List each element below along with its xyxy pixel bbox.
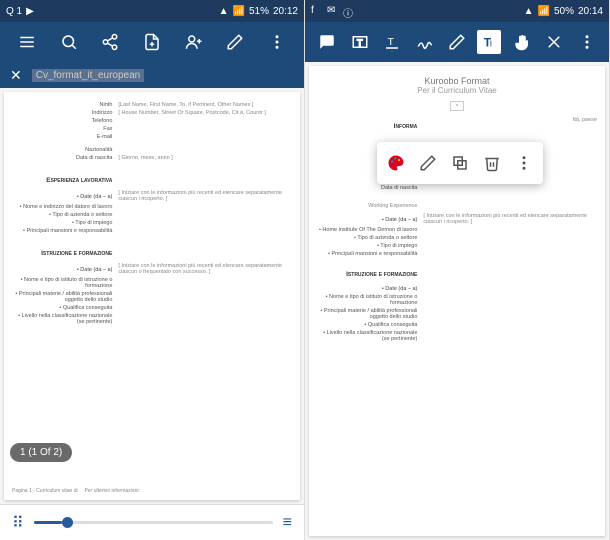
doc-subtitle: Per il Curriculum Vitae [317, 86, 597, 95]
close-breadcrumb-icon[interactable]: ✕ [10, 67, 22, 84]
wifi-icon: 📶 [233, 6, 245, 17]
page-slider[interactable] [34, 521, 273, 524]
file-name: Cv_format_it_european [32, 69, 145, 82]
more-popup-icon[interactable] [509, 148, 539, 178]
clock: 20:14 [578, 6, 603, 17]
breadcrumb: ✕ Cv_format_it_european [0, 62, 304, 88]
svg-text:T: T [357, 38, 363, 48]
edit-icon[interactable] [223, 30, 247, 54]
right-screenshot: f ✉ ⓘ ▲ 📶 50% 20:14 T T TI Kuroobo Forma… [305, 0, 610, 540]
list-view-icon[interactable]: ≡ [283, 514, 292, 532]
add-user-icon[interactable] [182, 30, 206, 54]
textbox-icon[interactable]: T [348, 30, 372, 54]
file-add-icon[interactable] [140, 30, 164, 54]
pan-hand-icon[interactable] [510, 30, 534, 54]
document-viewport[interactable]: Ninth[Last Name, First Name, To, if Pert… [0, 88, 304, 504]
search-icon[interactable] [57, 30, 81, 54]
comment-icon[interactable] [315, 30, 339, 54]
edit-popup-icon[interactable] [413, 148, 443, 178]
svg-text:T: T [388, 36, 395, 48]
share-icon[interactable] [98, 30, 122, 54]
edit-toolbar: T T TI [305, 22, 609, 62]
text-tool-icon[interactable]: TI [477, 30, 501, 54]
color-palette-icon[interactable] [381, 148, 411, 178]
facebook-icon: f [311, 5, 323, 17]
pencil-icon[interactable] [445, 30, 469, 54]
battery-pct: 51% [249, 6, 269, 17]
underline-text-icon[interactable]: T [380, 30, 404, 54]
doc-title: Kuroobo Format [317, 76, 597, 86]
left-screenshot: Q 1 ▶ ▲ 📶 51% 20:12 ✕ Cv_format_it_europ… [0, 0, 305, 540]
status-bar: f ✉ ⓘ ▲ 📶 50% 20:14 [305, 0, 609, 22]
play-icon: ▶ [26, 6, 34, 17]
document-page: Ninth[Last Name, First Name, To, if Pert… [4, 92, 300, 500]
document-page: Kuroobo Format Per il Curriculum Vitae ⚬… [309, 66, 605, 536]
delete-icon[interactable] [477, 148, 507, 178]
info-icon: ⓘ [343, 5, 355, 17]
battery-pct: 50% [554, 6, 574, 17]
context-popup [377, 142, 543, 184]
copy-icon[interactable] [445, 148, 475, 178]
carrier-label: Q 1 [6, 6, 22, 17]
document-viewport[interactable]: Kuroobo Format Per il Curriculum Vitae ⚬… [305, 62, 609, 540]
svg-text:I: I [490, 40, 492, 49]
page-indicator: 1 (1 Of 2) [10, 443, 72, 462]
bottom-bar: ⠿ ≡ [0, 504, 304, 540]
app-toolbar [0, 22, 304, 62]
more-icon[interactable] [575, 30, 599, 54]
signature-icon[interactable] [413, 30, 437, 54]
close-icon[interactable] [542, 30, 566, 54]
menu-icon[interactable] [15, 30, 39, 54]
more-icon[interactable] [265, 30, 289, 54]
wifi-icon: 📶 [538, 6, 550, 17]
msg-icon: ✉ [327, 5, 339, 17]
flag-placeholder: ⚬ [450, 101, 464, 111]
clock: 20:12 [273, 6, 298, 17]
signal-icon: ▲ [524, 6, 534, 17]
signal-icon: ▲ [219, 6, 229, 17]
grid-view-icon[interactable]: ⠿ [12, 513, 24, 533]
status-bar: Q 1 ▶ ▲ 📶 51% 20:12 [0, 0, 304, 22]
